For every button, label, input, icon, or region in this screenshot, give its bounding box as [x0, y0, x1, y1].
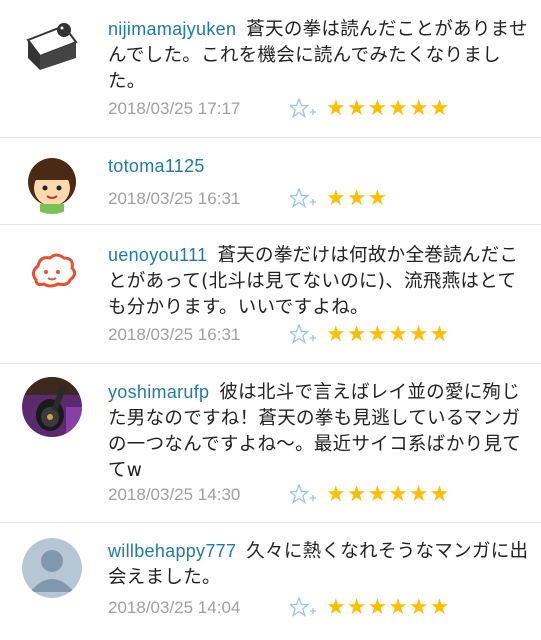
comment-username[interactable]: nijimamajyuken — [108, 19, 236, 39]
guitar-photo-icon[interactable] — [22, 377, 82, 437]
comment-timestamp: 2018/03/25 16:31 — [108, 189, 241, 208]
star-rating: ★★★★★★ — [326, 96, 451, 121]
cake-icon[interactable] — [22, 12, 82, 72]
comment-item: willbehappy777 久々に熱くなれそうなマンガに出会えました。 2018… — [0, 524, 541, 640]
comment-item: yoshimarufp 彼は北斗で言えばレイ並の愛に殉じた男なのですね！蒼天の拳も… — [0, 365, 541, 523]
star-add-icon[interactable] — [288, 187, 316, 210]
comment-timestamp: 2018/03/25 14:30 — [108, 485, 241, 504]
comment-body: willbehappy777 久々に熱くなれそうなマンガに出会えました。 — [108, 538, 531, 591]
comment-meta: 2018/03/25 16:31 ★★★★★★ — [108, 323, 450, 347]
comment-username[interactable]: uenoyou111 — [108, 245, 207, 265]
star-rating: ★★★ — [326, 186, 389, 211]
comment-item: uenoyou111 蒼天の拳だけは何故か全巻読んだことがあって(北斗は見てないの… — [0, 226, 541, 364]
comment-meta: 2018/03/25 14:30 ★★★★★★ — [108, 483, 450, 507]
comment-item: nijimamajyuken 蒼天の拳は読んだことがありませんでした。これを機会に… — [0, 0, 541, 138]
star-add-icon[interactable] — [288, 596, 316, 619]
comment-body: totoma1125 — [108, 153, 531, 180]
comment-meta: 2018/03/25 17:17 ★★★★★★ — [108, 97, 450, 121]
comment-timestamp: 2018/03/25 17:17 — [108, 99, 241, 118]
cloud-face-icon[interactable] — [22, 244, 82, 304]
comment-username[interactable]: totoma1125 — [108, 156, 205, 176]
comment-meta: 2018/03/25 16:31 ★★★ — [108, 187, 388, 211]
comment-body: nijimamajyuken 蒼天の拳は読んだことがありませんでした。これを機会に… — [108, 16, 531, 95]
star-add-icon[interactable] — [288, 323, 316, 346]
comment-timestamp: 2018/03/25 14:04 — [108, 598, 241, 617]
star-add-icon[interactable] — [288, 483, 316, 506]
star-rating: ★★★★★★ — [326, 595, 451, 620]
star-add-icon[interactable] — [288, 97, 316, 120]
comment-body: yoshimarufp 彼は北斗で言えばレイ並の愛に殉じた男なのですね！蒼天の拳も… — [108, 379, 531, 484]
comment-username[interactable]: yoshimarufp — [108, 382, 209, 402]
comment-item: totoma1125 2018/03/25 16:31 ★★★ — [0, 139, 541, 225]
star-rating: ★★★★★★ — [326, 322, 451, 347]
comment-timestamp: 2018/03/25 16:31 — [108, 325, 241, 344]
comment-meta: 2018/03/25 14:04 ★★★★★★ — [108, 596, 450, 620]
star-rating: ★★★★★★ — [326, 482, 451, 507]
comment-username[interactable]: willbehappy777 — [108, 541, 236, 561]
comment-body: uenoyou111 蒼天の拳だけは何故か全巻読んだことがあって(北斗は見てないの… — [108, 242, 531, 321]
girl-face-icon[interactable] — [22, 154, 82, 214]
default-user-icon[interactable] — [22, 538, 82, 598]
